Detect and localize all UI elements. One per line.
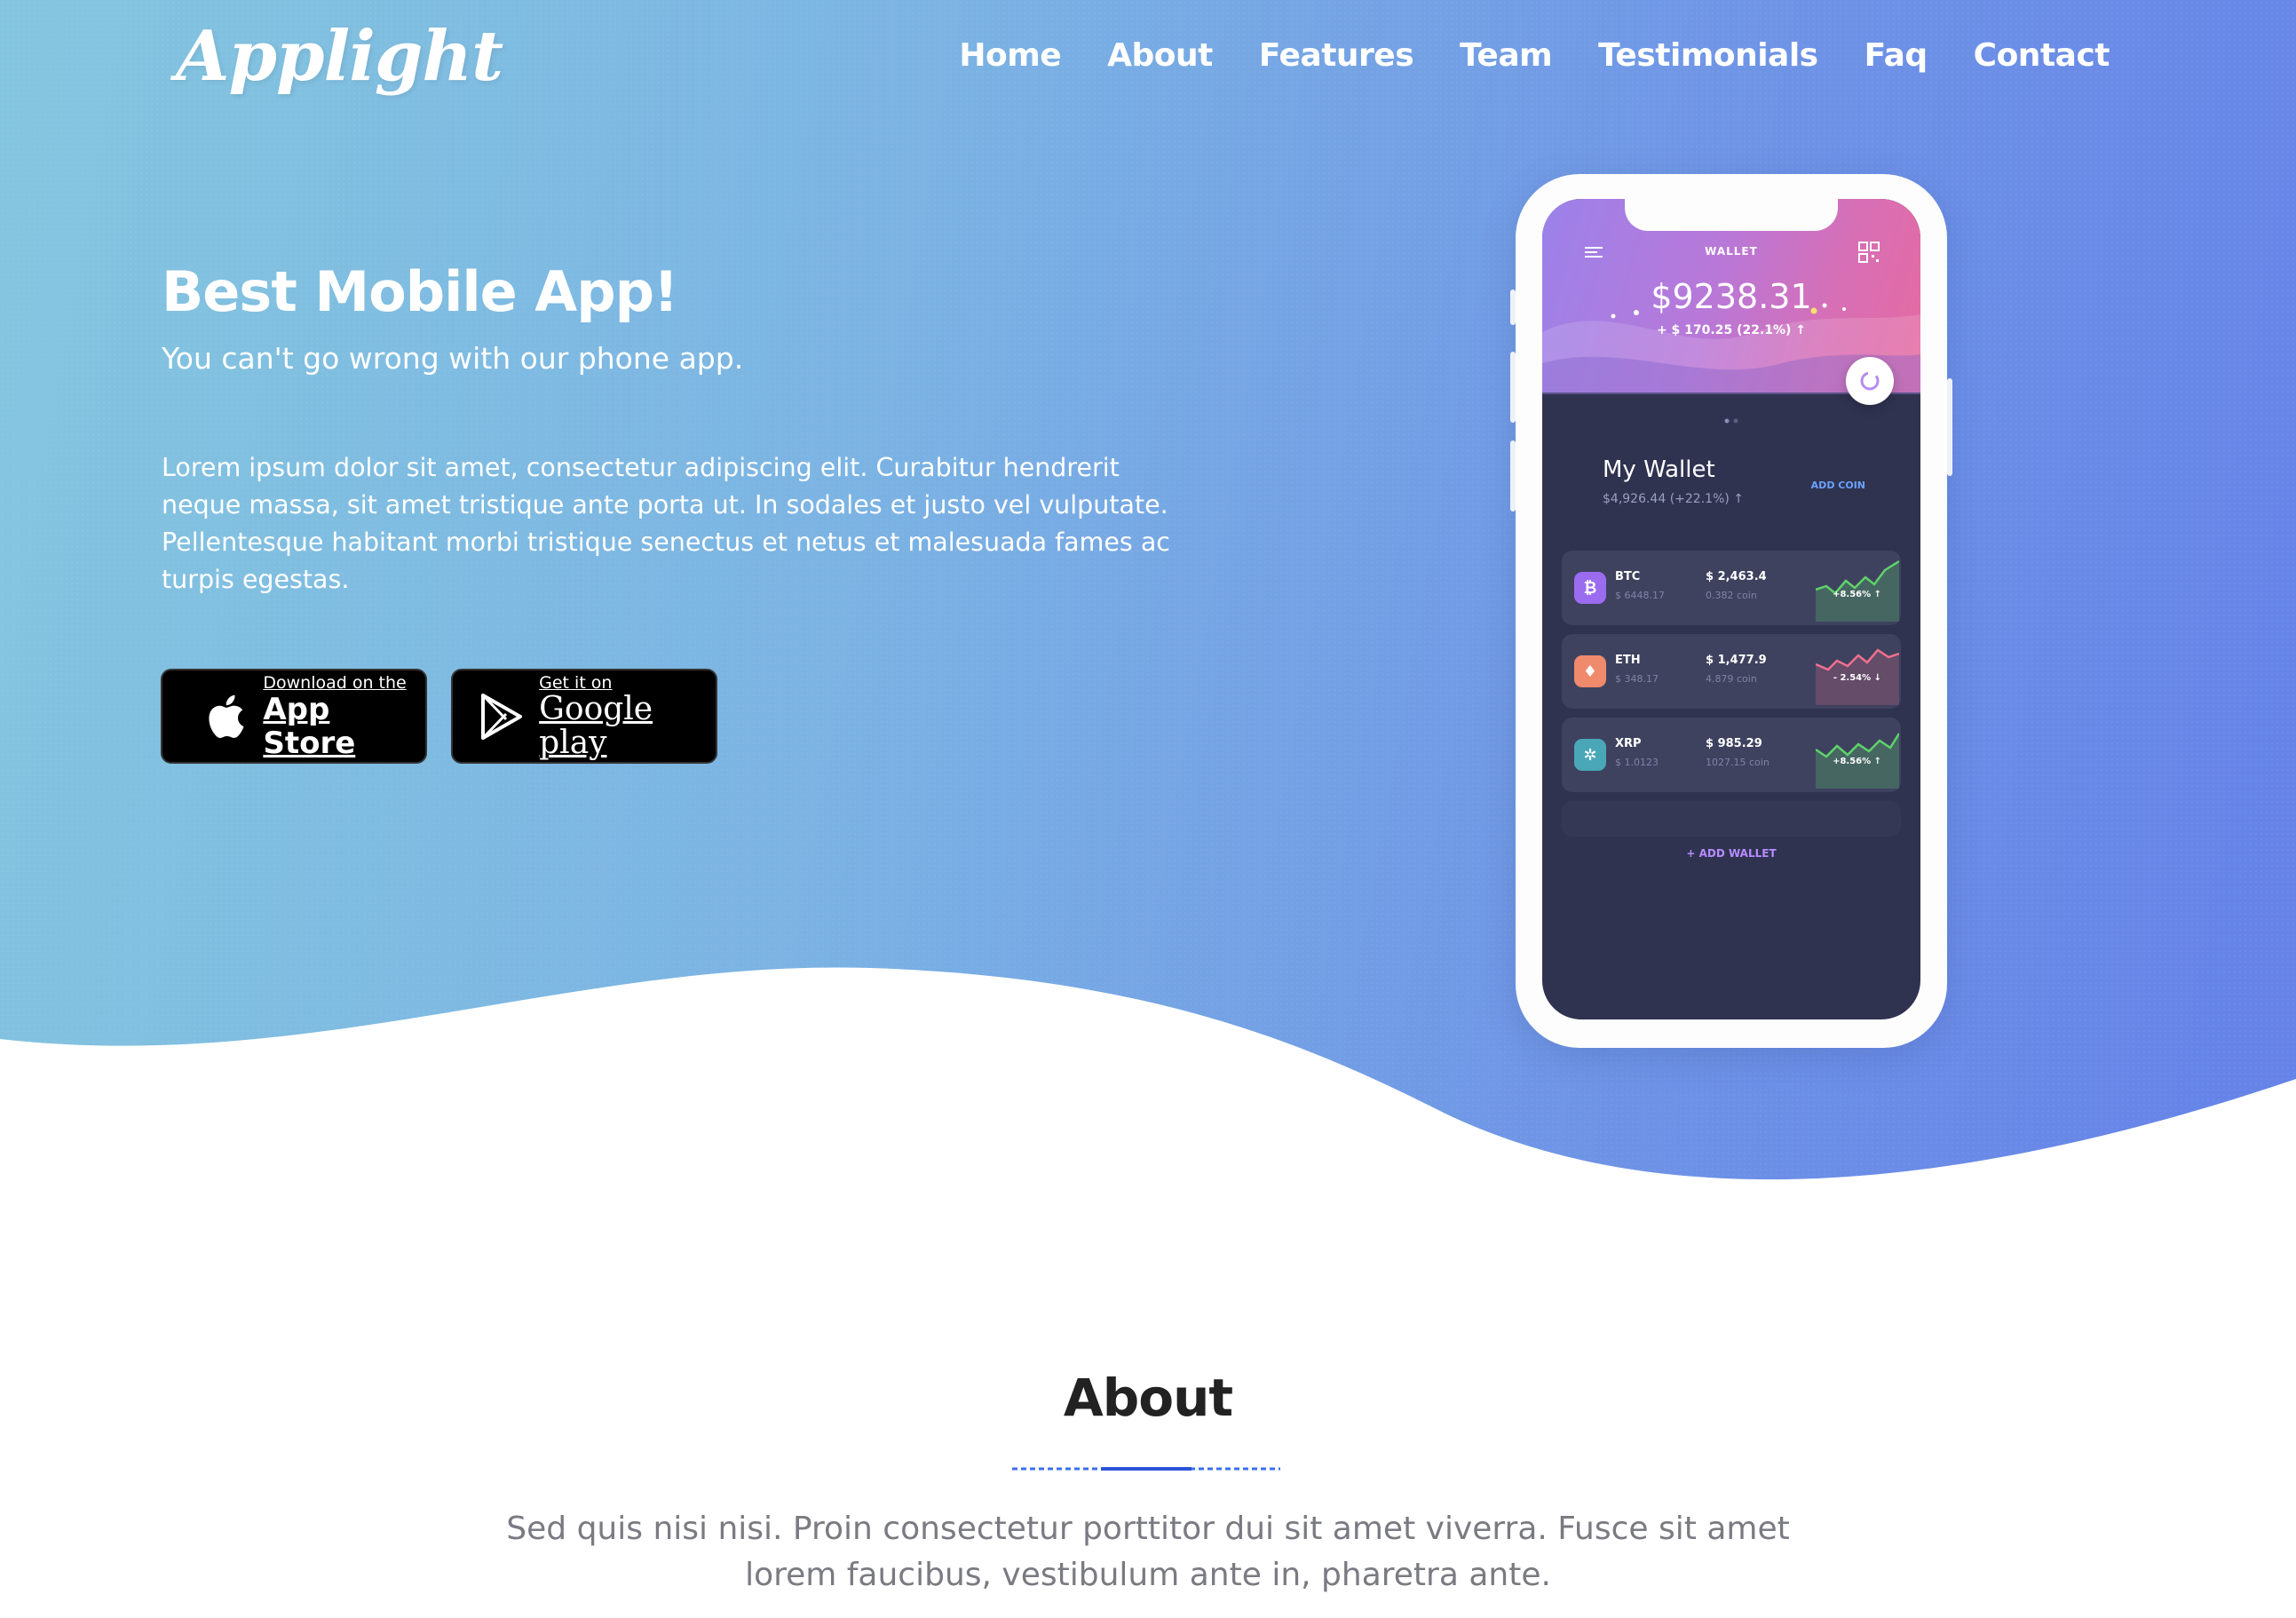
google-play-small-label: Get it on [539, 672, 613, 693]
refresh-button[interactable] [1846, 357, 1894, 405]
hero-wave [0, 967, 2296, 1208]
about-divider [1012, 1467, 1280, 1471]
phone-side-button [1510, 289, 1516, 325]
google-play-button[interactable]: Get it on Google play [451, 669, 717, 764]
nav-contact[interactable]: Contact [1974, 37, 2110, 74]
apple-icon [198, 689, 250, 744]
coin-sparkline [1816, 733, 1899, 789]
google-play-text: Get it on Google play [539, 673, 716, 760]
add-coin-link[interactable]: ADD COIN [1811, 480, 1865, 491]
coin-symbol: BTC [1615, 570, 1641, 583]
coin-price: $ 6448.17 [1615, 590, 1665, 601]
coin-amount: 1027.15 coin [1706, 757, 1770, 768]
phone-volume-down [1510, 440, 1516, 512]
coin-sparkline [1816, 559, 1899, 622]
coin-change: +8.56% ↑ [1833, 590, 1881, 599]
nav-home[interactable]: Home [959, 37, 1061, 74]
phone-mockup: WALLET $9238.31 + $ 170.25 (22.1%) ↑ My … [1510, 174, 1952, 1048]
wallet-balance-change: + $ 170.25 (22.1%) ↑ [1656, 323, 1807, 337]
google-play-icon [476, 689, 526, 744]
my-wallet-subtitle: $4,926.44 (+22.1%) ↑ [1603, 492, 1745, 506]
page-dots [1724, 418, 1738, 424]
app-store-text: Download on the App Store [263, 673, 425, 760]
app-store-big-label: App Store [263, 691, 356, 761]
app-store-button[interactable]: Download on the App Store [161, 669, 427, 764]
add-wallet-link[interactable]: + ADD WALLET [1542, 847, 1920, 860]
coin-row-faded [1562, 801, 1901, 837]
nav-faq[interactable]: Faq [1865, 37, 1928, 74]
refresh-icon [1860, 371, 1880, 391]
coin-symbol: ETH [1615, 654, 1641, 667]
main-nav: Home About Features Team Testimonials Fa… [959, 37, 2110, 74]
phone-notch [1625, 199, 1838, 231]
nav-about[interactable]: About [1107, 37, 1213, 74]
hero-body-text: Lorem ipsum dolor sit amet, consectetur … [162, 453, 1170, 594]
coin-row-btc[interactable]: ₿ BTC $ 6448.17 $ 2,463.4 0.382 coin +8.… [1562, 551, 1901, 625]
coin-row-eth[interactable]: ♦ ETH $ 348.17 $ 1,477.9 4.879 coin - 2.… [1562, 634, 1901, 709]
coin-value: $ 2,463.4 [1706, 570, 1767, 583]
coin-price: $ 1.0123 [1615, 757, 1659, 768]
coin-row-xrp[interactable]: ✲ XRP $ 1.0123 $ 985.29 1027.15 coin +8.… [1562, 718, 1901, 792]
hero-subtitle: You can't go wrong with our phone app. [162, 341, 744, 376]
about-text: Sed quis nisi nisi. Proin consectetur po… [506, 1511, 1790, 1593]
ethereum-icon: ♦ [1574, 655, 1606, 687]
nav-team[interactable]: Team [1460, 37, 1553, 74]
wallet-balance: $9238.31 [1651, 277, 1812, 316]
phone-screen: WALLET $9238.31 + $ 170.25 (22.1%) ↑ My … [1542, 199, 1920, 1019]
about-title: About [1063, 1368, 1233, 1428]
app-store-small-label: Download on the [263, 672, 407, 693]
coin-amount: 4.879 coin [1706, 673, 1757, 685]
bitcoin-icon: ₿ [1574, 572, 1606, 604]
brand-logo[interactable]: Applight [176, 16, 503, 97]
phone-power-button [1947, 378, 1952, 476]
coin-value: $ 1,477.9 [1706, 654, 1767, 667]
coin-amount: 0.382 coin [1706, 590, 1757, 601]
phone-volume-up [1510, 352, 1516, 423]
nav-testimonials[interactable]: Testimonials [1598, 37, 1818, 74]
coin-symbol: XRP [1615, 737, 1642, 750]
google-play-big-label: Google play [539, 690, 653, 761]
coin-sparkline [1816, 648, 1899, 705]
wallet-label: WALLET [1705, 245, 1758, 258]
nav-features[interactable]: Features [1259, 37, 1414, 74]
hero-section: Applight Home About Features Team Testim… [0, 0, 2296, 1208]
hero-title: Best Mobile App! [162, 259, 678, 324]
coin-value: $ 985.29 [1706, 737, 1762, 750]
coin-change: - 2.54% ↓ [1833, 673, 1881, 683]
my-wallet-title: My Wallet [1603, 456, 1715, 483]
ripple-icon: ✲ [1574, 739, 1606, 771]
coin-price: $ 348.17 [1615, 673, 1659, 685]
coin-change: +8.56% ↑ [1833, 757, 1881, 766]
